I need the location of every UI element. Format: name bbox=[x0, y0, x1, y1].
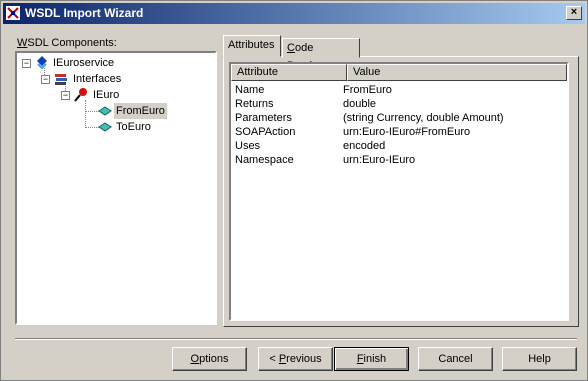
collapse-icon[interactable]: − bbox=[61, 91, 70, 100]
service-icon bbox=[37, 56, 47, 70]
method-icon bbox=[98, 122, 112, 132]
column-header-attribute[interactable]: Attribute bbox=[231, 64, 347, 81]
wsdl-app-icon bbox=[6, 6, 20, 20]
tree-label: IEuroservice bbox=[53, 57, 115, 69]
window-title: WSDL Import Wizard bbox=[25, 6, 144, 20]
tree-node-ieuro[interactable]: − IEuro bbox=[17, 87, 207, 103]
title-bar[interactable]: WSDL Import Wizard × bbox=[3, 3, 585, 24]
tree-node-toeuro[interactable]: ToEuro bbox=[17, 119, 207, 135]
previous-button[interactable]: < Previous bbox=[258, 347, 333, 371]
tree-label: IEuro bbox=[93, 89, 120, 101]
interfaces-icon bbox=[55, 74, 67, 85]
tree-label: Interfaces bbox=[73, 73, 122, 85]
tab-code-preview[interactable]: Code Preview bbox=[282, 38, 360, 72]
close-button[interactable]: × bbox=[566, 6, 582, 20]
tree-label: ToEuro bbox=[116, 121, 151, 133]
finish-button[interactable]: Finish bbox=[334, 347, 409, 371]
options-button[interactable]: Options bbox=[172, 347, 247, 371]
collapse-icon[interactable]: − bbox=[41, 75, 50, 84]
help-button[interactable]: Help bbox=[502, 347, 577, 371]
interface-icon bbox=[74, 88, 87, 102]
attributes-list[interactable]: Attribute Value Name FromEuro Returns doub… bbox=[229, 62, 569, 321]
button-separator bbox=[15, 338, 577, 340]
column-header-value[interactable]: Value bbox=[347, 64, 567, 81]
tree-node-fromeuro[interactable]: FromEuro bbox=[17, 103, 207, 119]
method-icon bbox=[98, 106, 112, 116]
tree-node-ieuroservice[interactable]: − IEuroservice bbox=[17, 55, 207, 71]
tab-attributes[interactable]: Attributes bbox=[223, 35, 281, 57]
wsdl-components-label: WSDL Components: bbox=[17, 37, 117, 49]
wsdl-components-tree[interactable]: − IEuroservice − Interfaces − IEuro From… bbox=[15, 51, 217, 325]
cancel-button[interactable]: Cancel bbox=[418, 347, 493, 371]
wizard-window: WSDL Import Wizard × WSDL Components: − … bbox=[0, 0, 588, 381]
tree-label: FromEuro bbox=[114, 103, 167, 119]
collapse-icon[interactable]: − bbox=[22, 59, 31, 68]
tree-node-interfaces[interactable]: − Interfaces bbox=[17, 71, 207, 87]
close-icon: × bbox=[570, 6, 578, 18]
